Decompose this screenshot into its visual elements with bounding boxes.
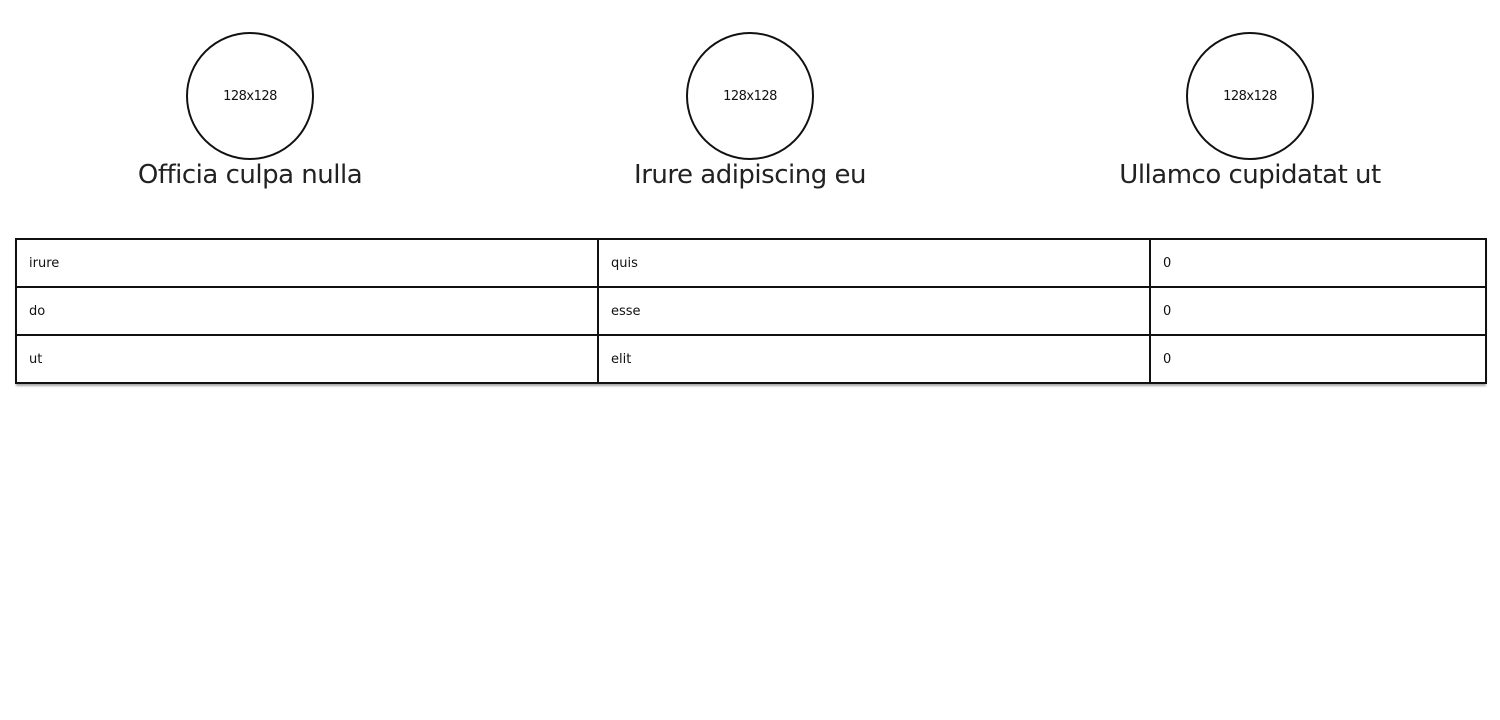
table-cell: irure bbox=[15, 238, 599, 288]
table-cell: 0 bbox=[1149, 286, 1487, 336]
avatar-placeholder: 128x128 bbox=[186, 32, 314, 160]
table-row: irure quis 0 bbox=[15, 238, 1487, 288]
table-cell: ut bbox=[15, 334, 599, 384]
data-table: irure quis 0 do esse 0 ut elit 0 bbox=[15, 238, 1487, 384]
avatar-placeholder: 128x128 bbox=[1186, 32, 1314, 160]
table-cell: esse bbox=[597, 286, 1151, 336]
profile-card: 128x128 Officia culpa nulla bbox=[0, 0, 500, 220]
avatar-size-label: 128x128 bbox=[1223, 88, 1277, 104]
table-row: ut elit 0 bbox=[15, 334, 1487, 384]
table-cell: 0 bbox=[1149, 334, 1487, 384]
table-row: do esse 0 bbox=[15, 286, 1487, 336]
table-cell: do bbox=[15, 286, 599, 336]
avatar-size-label: 128x128 bbox=[223, 88, 277, 104]
profile-card: 128x128 Irure adipiscing eu bbox=[500, 0, 1000, 220]
card-title: Irure adipiscing eu bbox=[634, 160, 866, 190]
profile-card: 128x128 Ullamco cupidatat ut bbox=[1000, 0, 1500, 220]
table-cell: 0 bbox=[1149, 238, 1487, 288]
card-title: Ullamco cupidatat ut bbox=[1119, 160, 1381, 190]
avatar-size-label: 128x128 bbox=[723, 88, 777, 104]
data-table-container: irure quis 0 do esse 0 ut elit 0 bbox=[15, 238, 1487, 384]
profile-cards: 128x128 Officia culpa nulla 128x128 Irur… bbox=[0, 0, 1500, 220]
table-cell: quis bbox=[597, 238, 1151, 288]
avatar-placeholder: 128x128 bbox=[686, 32, 814, 160]
table-cell: elit bbox=[597, 334, 1151, 384]
card-title: Officia culpa nulla bbox=[137, 160, 363, 190]
